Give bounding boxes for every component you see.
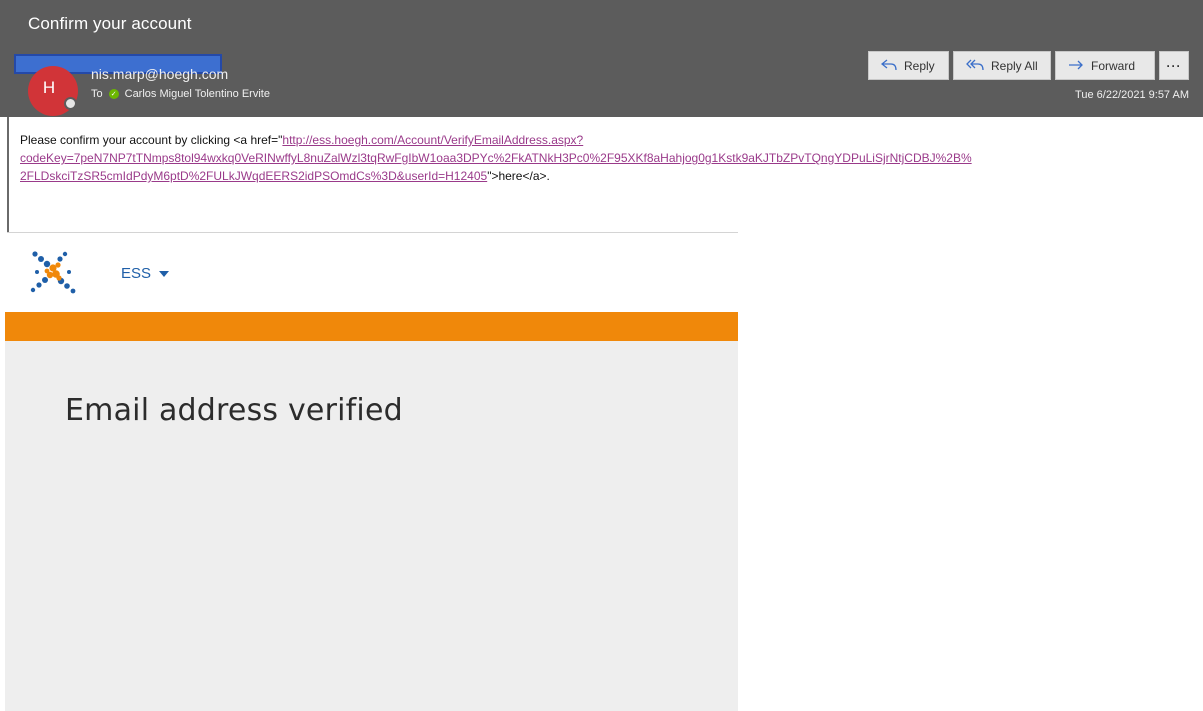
message-timestamp: Tue 6/22/2021 9:57 AM xyxy=(1075,89,1189,101)
orange-accent-bar xyxy=(5,312,738,341)
forward-label: Forward xyxy=(1091,58,1136,73)
message-subject: Confirm your account xyxy=(28,14,192,33)
verify-link-part-1[interactable]: http://ess.hoegh.com/Account/VerifyEmail… xyxy=(282,133,583,147)
avatar-initial: H xyxy=(42,78,56,97)
more-actions-button[interactable]: ··· xyxy=(1159,51,1189,80)
reply-all-label: Reply All xyxy=(991,58,1038,73)
ess-menu-label: ESS xyxy=(121,265,152,282)
message-header: Confirm your account H nis.marp@hoegh.co… xyxy=(0,0,1203,117)
hoegh-star-logo-icon[interactable] xyxy=(29,250,77,294)
ess-navbar: ESS xyxy=(7,233,738,312)
caret-down-icon xyxy=(159,270,170,277)
reply-all-button[interactable]: Reply All xyxy=(953,51,1051,80)
more-ellipsis-icon: ··· xyxy=(1166,58,1182,73)
reply-arrow-icon xyxy=(880,58,897,74)
body-text-after: ">here</a>. xyxy=(487,169,550,183)
body-line-2: codeKey=7peN7NP7tTNmps8tol94wxkq0VeRINwf… xyxy=(20,149,1203,167)
presence-status-icon xyxy=(64,97,77,110)
ess-content-area: Email address verified xyxy=(5,341,738,711)
body-line-1: Please confirm your account by clicking … xyxy=(20,131,1203,149)
ess-menu-dropdown[interactable]: ESS xyxy=(121,265,170,282)
to-label: To xyxy=(91,88,103,100)
message-toolbar: Reply Reply All Forward ··· xyxy=(868,51,1189,80)
green-check-icon: ✓ xyxy=(108,89,119,99)
sender-email[interactable]: nis.marp@hoegh.com xyxy=(91,66,228,82)
reply-label: Reply xyxy=(904,58,935,73)
message-body: Please confirm your account by clicking … xyxy=(7,117,1203,232)
forward-arrow-icon xyxy=(1068,58,1084,74)
verify-link-part-2[interactable]: codeKey=7peN7NP7tTNmps8tol94wxkq0VeRINwf… xyxy=(20,151,972,165)
body-line-3: 2FLDskciTzSR5cmIdPdyM6ptD%2FULkJWqdEERS2… xyxy=(20,167,1203,185)
body-text-before: Please confirm your account by clicking … xyxy=(20,133,283,147)
verification-heading: Email address verified xyxy=(65,393,403,428)
reply-button[interactable]: Reply xyxy=(868,51,949,80)
reply-all-arrow-icon xyxy=(966,58,984,74)
recipient-line: To ✓ Carlos Miguel Tolentino Ervite xyxy=(91,88,270,100)
recipient-name[interactable]: Carlos Miguel Tolentino Ervite xyxy=(125,88,270,100)
forward-button[interactable]: Forward xyxy=(1055,51,1155,80)
verify-link-part-3[interactable]: 2FLDskciTzSR5cmIdPdyM6ptD%2FULkJWqdEERS2… xyxy=(20,169,487,183)
